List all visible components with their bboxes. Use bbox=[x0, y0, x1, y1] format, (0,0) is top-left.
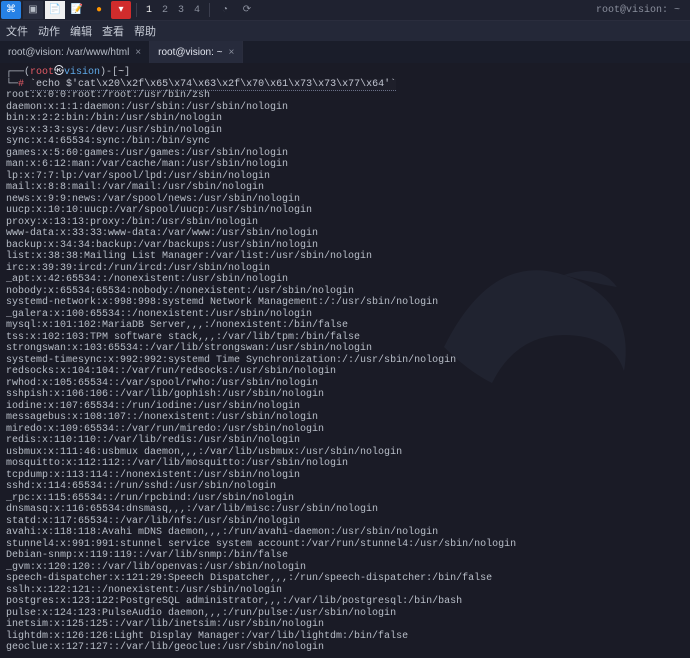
output-line: irc:x:39:39:ircd:/run/ircd:/usr/sbin/nol… bbox=[6, 263, 684, 275]
tray-icon-2[interactable]: ⟳ bbox=[237, 1, 257, 19]
output-line: redsocks:x:104:104::/var/run/redsocks:/u… bbox=[6, 366, 684, 378]
close-icon[interactable]: × bbox=[135, 47, 141, 58]
terminal-output: root:x:0:0:root:/root:/usr/bin/zshdaemon… bbox=[6, 90, 684, 654]
output-line: sync:x:4:65534:sync:/bin:/bin/sync bbox=[6, 136, 684, 148]
taskbar-right: root@vision: ~ bbox=[596, 5, 690, 16]
output-line: tcpdump:x:113:114::/nonexistent:/usr/sbi… bbox=[6, 470, 684, 482]
output-line: mosquitto:x:112:112::/var/lib/mosquitto:… bbox=[6, 458, 684, 470]
output-line: _rpc:x:115:65534::/run/rpcbind:/usr/sbin… bbox=[6, 493, 684, 505]
output-line: usbmux:x:111:46:usbmux daemon,,,:/var/li… bbox=[6, 447, 684, 459]
tabbar: root@vision: /var/www/html × root@vision… bbox=[0, 41, 690, 63]
prompt-host: vision bbox=[64, 67, 100, 78]
output-line: man:x:6:12:man:/var/cache/man:/usr/sbin/… bbox=[6, 159, 684, 171]
output-line: _apt:x:42:65534::/nonexistent:/usr/sbin/… bbox=[6, 274, 684, 286]
tray-icon-1[interactable]: ◔ bbox=[215, 1, 235, 19]
output-line: bin:x:2:2:bin:/bin:/usr/sbin/nologin bbox=[6, 113, 684, 125]
workspace-4[interactable]: 4 bbox=[189, 5, 205, 16]
firefox-icon[interactable]: ● bbox=[89, 1, 109, 19]
prompt-user: root bbox=[30, 67, 54, 78]
workspace-3[interactable]: 3 bbox=[173, 5, 189, 16]
tab-label: root@vision: /var/www/html bbox=[8, 47, 129, 58]
menu-help[interactable]: 帮助 bbox=[134, 23, 156, 39]
output-line: geoclue:x:127:127::/var/lib/geoclue:/usr… bbox=[6, 642, 684, 654]
tab-label: root@vision: ~ bbox=[158, 47, 222, 58]
output-line: dnsmasq:x:116:65534:dnsmasq,,,:/var/lib/… bbox=[6, 504, 684, 516]
prompt-line-1: ┌──(root㉿vision)-[~] bbox=[6, 67, 684, 79]
workspace-1[interactable]: 1 bbox=[141, 5, 157, 16]
output-line: mysql:x:101:102:MariaDB Server,,,:/nonex… bbox=[6, 320, 684, 332]
output-line: nobody:x:65534:65534:nobody:/nonexistent… bbox=[6, 286, 684, 298]
output-line: stunnel4:x:991:991:stunnel service syste… bbox=[6, 539, 684, 551]
terminal-icon[interactable]: ▣ bbox=[23, 1, 43, 19]
output-line: news:x:9:9:news:/var/spool/news:/usr/sbi… bbox=[6, 194, 684, 206]
output-line: mail:x:8:8:mail:/var/mail:/usr/sbin/nolo… bbox=[6, 182, 684, 194]
output-line: _gvm:x:120:120::/var/lib/openvas:/usr/sb… bbox=[6, 562, 684, 574]
output-line: sshpish:x:106:106::/var/lib/gophish:/usr… bbox=[6, 389, 684, 401]
terminal-tab-1[interactable]: root@vision: /var/www/html × bbox=[0, 41, 150, 63]
output-line: sshd:x:114:65534::/run/sshd:/usr/sbin/no… bbox=[6, 481, 684, 493]
output-line: speech-dispatcher:x:121:29:Speech Dispat… bbox=[6, 573, 684, 585]
output-line: avahi:x:118:118:Avahi mDNS daemon,,,:/ru… bbox=[6, 527, 684, 539]
output-line: pulse:x:124:123:PulseAudio daemon,,,:/ru… bbox=[6, 608, 684, 620]
output-line: inetsim:x:125:125::/var/lib/inetsim:/usr… bbox=[6, 619, 684, 631]
output-line: _galera:x:100:65534::/nonexistent:/usr/s… bbox=[6, 309, 684, 321]
command-text: `echo $'cat\x20\x2f\x65\x74\x63\x2f\x70\… bbox=[30, 79, 396, 91]
prompt-hash: # bbox=[18, 79, 24, 90]
output-line: backup:x:34:34:backup:/var/backups:/usr/… bbox=[6, 240, 684, 252]
output-line: list:x:38:38:Mailing List Manager:/var/l… bbox=[6, 251, 684, 263]
burp-icon[interactable]: ▾ bbox=[111, 1, 131, 19]
window-title-tray: root@vision: ~ bbox=[596, 5, 680, 16]
output-line: strongswan:x:103:65534::/var/lib/strongs… bbox=[6, 343, 684, 355]
taskbar: ⌘ ▣ 📄 📝 ● ▾ 1 2 3 4 ◔ ⟳ root@vision: ~ bbox=[0, 0, 690, 21]
output-line: sslh:x:122:121::/nonexistent:/usr/sbin/n… bbox=[6, 585, 684, 597]
output-line: systemd-network:x:998:998:systemd Networ… bbox=[6, 297, 684, 309]
output-line: rwhod:x:105:65534::/var/spool/rwho:/usr/… bbox=[6, 378, 684, 390]
output-line: redis:x:110:110::/var/lib/redis:/usr/sbi… bbox=[6, 435, 684, 447]
output-line: postgres:x:123:122:PostgreSQL administra… bbox=[6, 596, 684, 608]
output-line: lightdm:x:126:126:Light Display Manager:… bbox=[6, 631, 684, 643]
terminal-viewport[interactable]: ┌──(root㉿vision)-[~] └─# `echo $'cat\x20… bbox=[0, 63, 690, 658]
output-line: iodine:x:107:65534::/run/iodine:/usr/sbi… bbox=[6, 401, 684, 413]
output-line: lp:x:7:7:lp:/var/spool/lpd:/usr/sbin/nol… bbox=[6, 171, 684, 183]
menu-actions[interactable]: 动作 bbox=[38, 23, 60, 39]
prompt-line-2: └─# `echo $'cat\x20\x2f\x65\x74\x63\x2f\… bbox=[6, 79, 684, 91]
file-manager-icon[interactable]: 📄 bbox=[45, 1, 65, 19]
output-line: daemon:x:1:1:daemon:/usr/sbin:/usr/sbin/… bbox=[6, 102, 684, 114]
taskbar-separator bbox=[136, 3, 137, 17]
editor-icon[interactable]: 📝 bbox=[67, 1, 87, 19]
output-line: proxy:x:13:13:proxy:/bin:/usr/sbin/nolog… bbox=[6, 217, 684, 229]
output-line: sys:x:3:3:sys:/dev:/usr/sbin/nologin bbox=[6, 125, 684, 137]
taskbar-separator-2 bbox=[209, 3, 210, 17]
output-line: systemd-timesync:x:992:992:systemd Time … bbox=[6, 355, 684, 367]
menu-view[interactable]: 查看 bbox=[102, 23, 124, 39]
workspace-2[interactable]: 2 bbox=[157, 5, 173, 16]
menu-edit[interactable]: 编辑 bbox=[70, 23, 92, 39]
app-launcher-icon[interactable]: ⌘ bbox=[1, 1, 21, 19]
output-line: www-data:x:33:33:www-data:/var/www:/usr/… bbox=[6, 228, 684, 240]
output-line: messagebus:x:108:107::/nonexistent:/usr/… bbox=[6, 412, 684, 424]
output-line: statd:x:117:65534::/var/lib/nfs:/usr/sbi… bbox=[6, 516, 684, 528]
output-line: Debian-snmp:x:119:119::/var/lib/snmp:/bi… bbox=[6, 550, 684, 562]
menubar: 文件 动作 编辑 查看 帮助 bbox=[0, 21, 690, 41]
menu-file[interactable]: 文件 bbox=[6, 23, 28, 39]
close-icon[interactable]: × bbox=[229, 47, 235, 58]
terminal-tab-2[interactable]: root@vision: ~ × bbox=[150, 41, 243, 63]
output-line: tss:x:102:103:TPM software stack,,,:/var… bbox=[6, 332, 684, 344]
output-line: root:x:0:0:root:/root:/usr/bin/zsh bbox=[6, 90, 684, 102]
output-line: uucp:x:10:10:uucp:/var/spool/uucp:/usr/s… bbox=[6, 205, 684, 217]
output-line: miredo:x:109:65534::/var/run/miredo:/usr… bbox=[6, 424, 684, 436]
output-line: games:x:5:60:games:/usr/games:/usr/sbin/… bbox=[6, 148, 684, 160]
